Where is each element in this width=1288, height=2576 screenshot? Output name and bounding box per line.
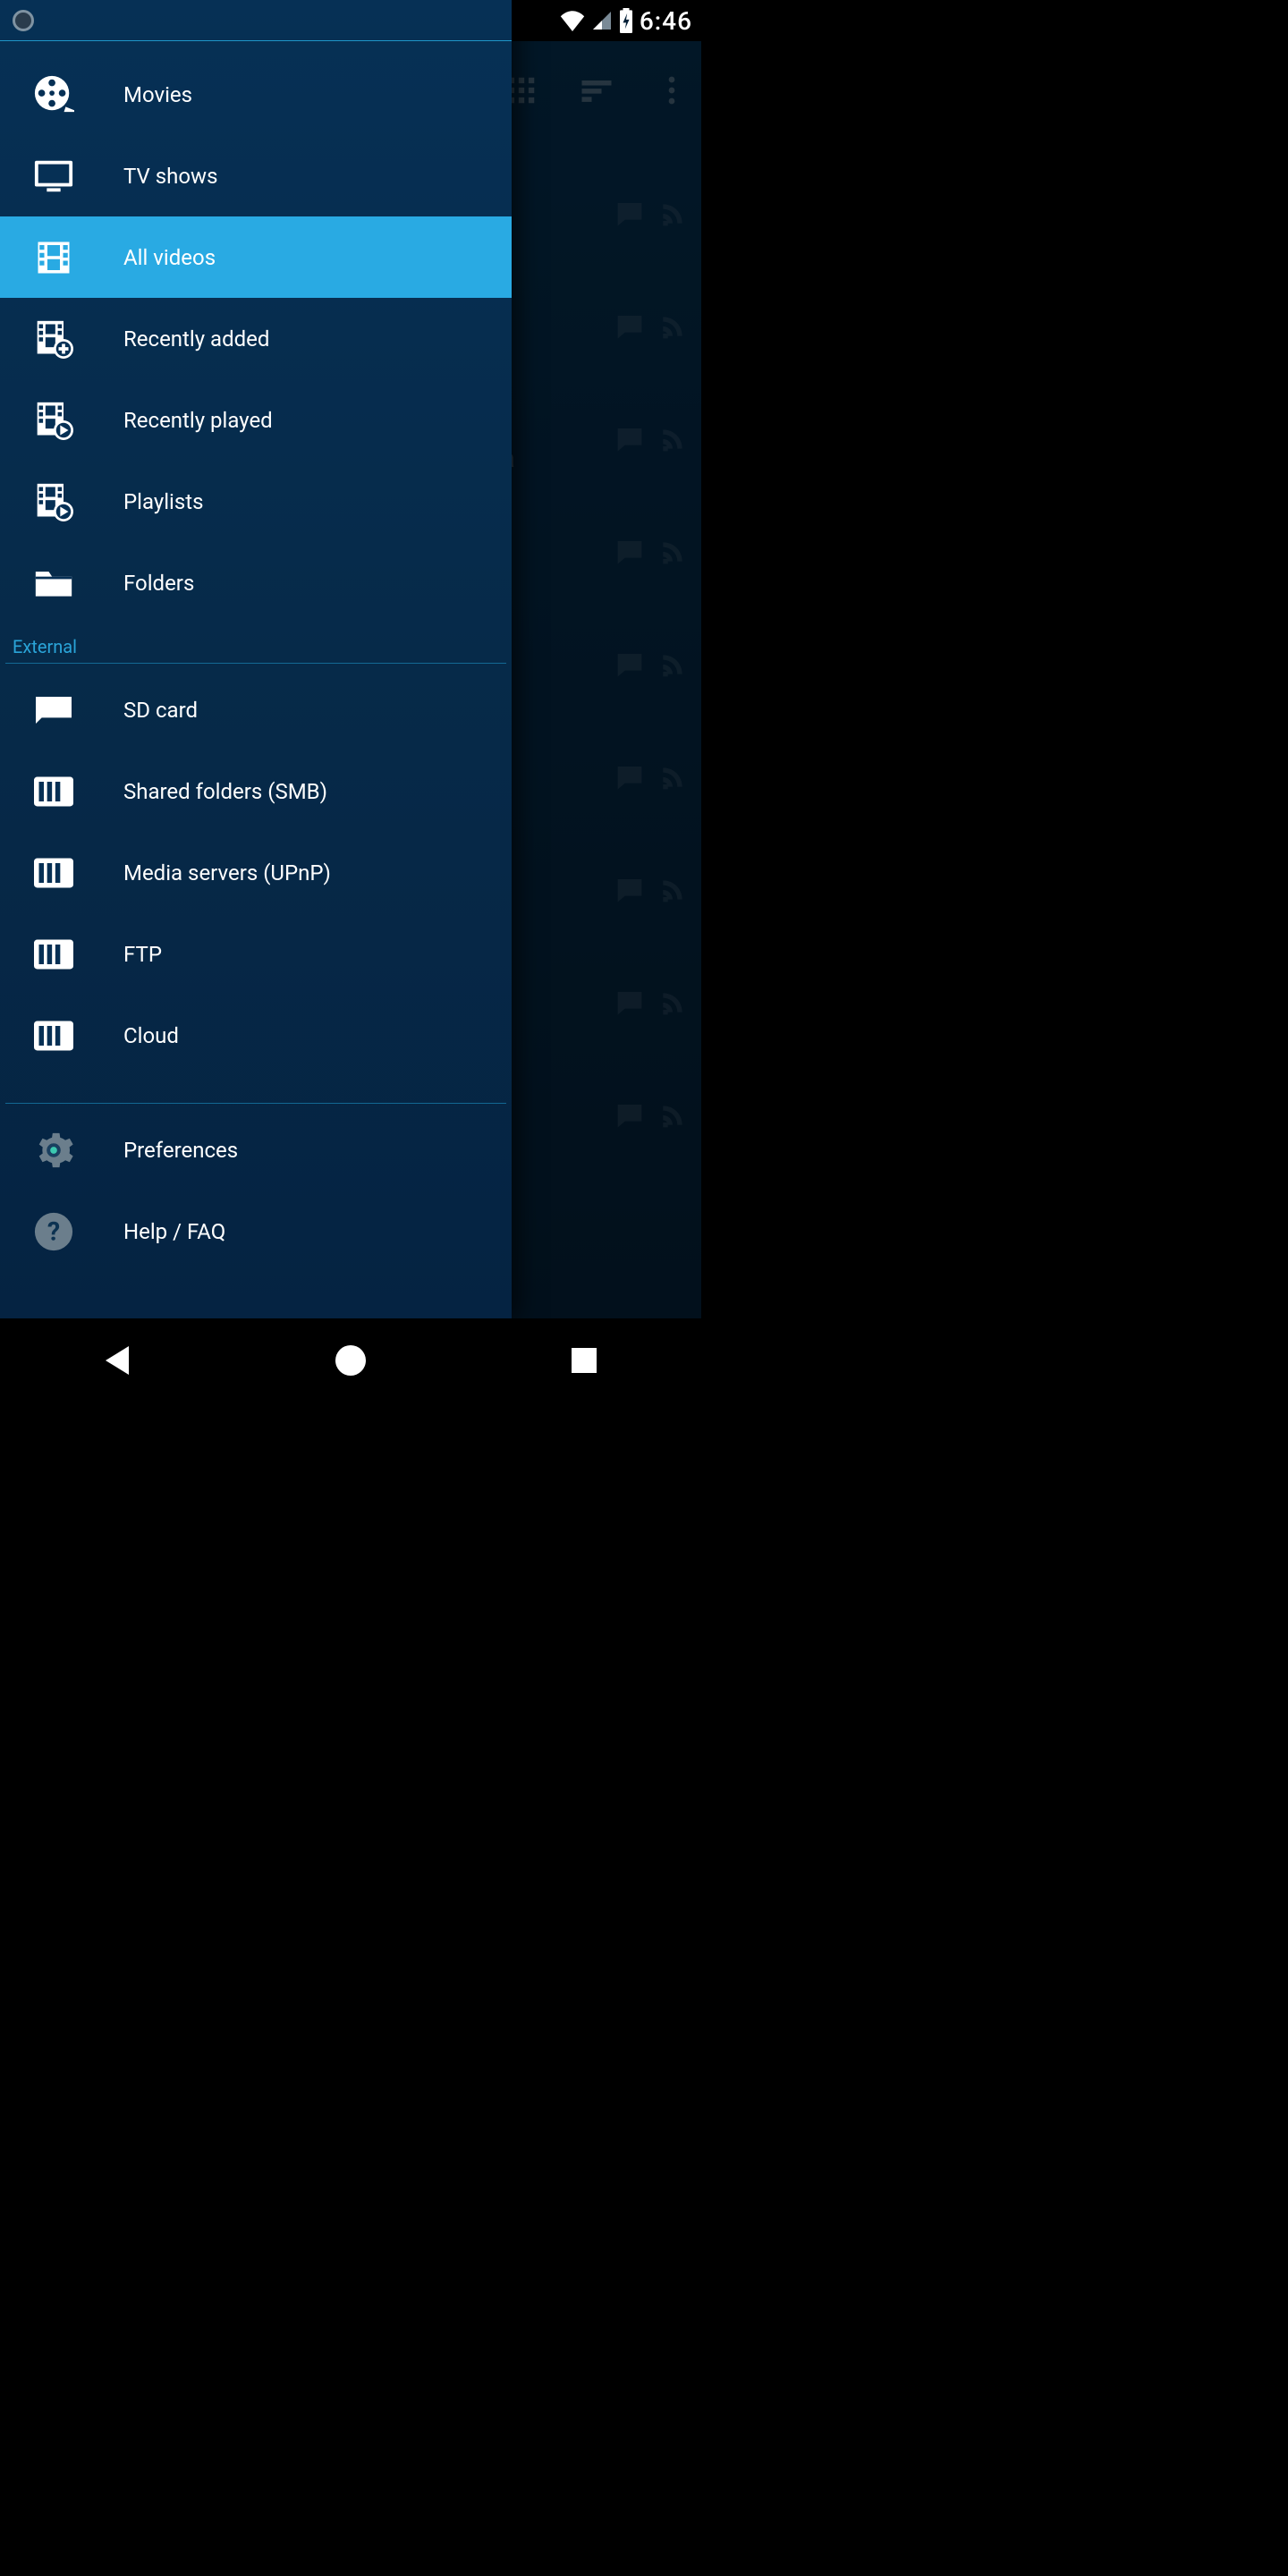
server-icon — [32, 770, 75, 813]
cell-signal-icon — [591, 10, 613, 31]
drawer-header — [0, 0, 512, 41]
drawer-item-upnp[interactable]: Media servers (UPnP) — [0, 832, 512, 913]
drawer-item-all-videos[interactable]: All videos — [0, 216, 512, 298]
drawer-item-cloud[interactable]: Cloud — [0, 995, 512, 1076]
drawer-main-list: Movies TV shows All videos Recently adde… — [0, 41, 512, 1272]
drawer-item-smb[interactable]: Shared folders (SMB) — [0, 750, 512, 832]
status-clock: 6:46 — [640, 6, 692, 36]
drawer-item-label: All videos — [123, 245, 216, 270]
drawer-item-recently-added[interactable]: Recently added — [0, 298, 512, 379]
sdcard-icon — [32, 689, 75, 732]
camera-notch — [13, 10, 34, 31]
navigation-drawer: Movies TV shows All videos Recently adde… — [0, 0, 512, 1318]
drawer-item-label: Playlists — [123, 489, 204, 514]
film-add-icon — [32, 318, 75, 360]
tv-icon — [32, 155, 75, 198]
drawer-item-sdcard[interactable]: SD card — [0, 669, 512, 750]
drawer-item-ftp[interactable]: FTP — [0, 913, 512, 995]
gear-icon — [32, 1129, 75, 1172]
drawer-item-movies[interactable]: Movies — [0, 54, 512, 135]
drawer-item-tvshows[interactable]: TV shows — [0, 135, 512, 216]
section-header-external: External — [0, 623, 512, 663]
wifi-icon — [559, 10, 586, 31]
divider — [5, 1103, 506, 1104]
drawer-item-label: TV shows — [123, 164, 217, 189]
system-navigation-bar — [0, 1318, 701, 1402]
drawer-item-label: Movies — [123, 82, 192, 107]
drawer-item-preferences[interactable]: Preferences — [0, 1109, 512, 1191]
recents-button[interactable] — [563, 1339, 606, 1382]
drawer-item-help[interactable]: ? Help / FAQ — [0, 1191, 512, 1272]
drawer-item-label: Cloud — [123, 1023, 179, 1048]
film-play-icon — [32, 399, 75, 442]
svg-text:?: ? — [47, 1216, 60, 1247]
server-icon — [32, 933, 75, 976]
folder-icon — [32, 562, 75, 605]
drawer-item-label: Shared folders (SMB) — [123, 779, 327, 804]
drawer-item-recently-played[interactable]: Recently played — [0, 379, 512, 461]
divider — [5, 663, 506, 664]
film-strip-icon — [32, 236, 75, 279]
drawer-item-label: Media servers (UPnP) — [123, 860, 331, 886]
home-button[interactable] — [329, 1339, 372, 1382]
drawer-item-label: SD card — [123, 698, 198, 723]
drawer-item-label: Help / FAQ — [123, 1219, 225, 1244]
film-reel-icon — [32, 73, 75, 116]
drawer-item-playlists[interactable]: Playlists — [0, 461, 512, 542]
help-icon: ? — [32, 1210, 75, 1253]
drawer-item-label: FTP — [123, 942, 162, 967]
battery-charging-icon — [618, 8, 634, 33]
drawer-item-label: Recently added — [123, 326, 269, 352]
drawer-item-folders[interactable]: Folders — [0, 542, 512, 623]
back-button[interactable] — [96, 1339, 139, 1382]
server-icon — [32, 1014, 75, 1057]
film-play-icon — [32, 480, 75, 523]
server-icon — [32, 852, 75, 894]
drawer-item-label: Preferences — [123, 1138, 238, 1163]
drawer-item-label: Recently played — [123, 408, 273, 433]
drawer-item-label: Folders — [123, 571, 194, 596]
